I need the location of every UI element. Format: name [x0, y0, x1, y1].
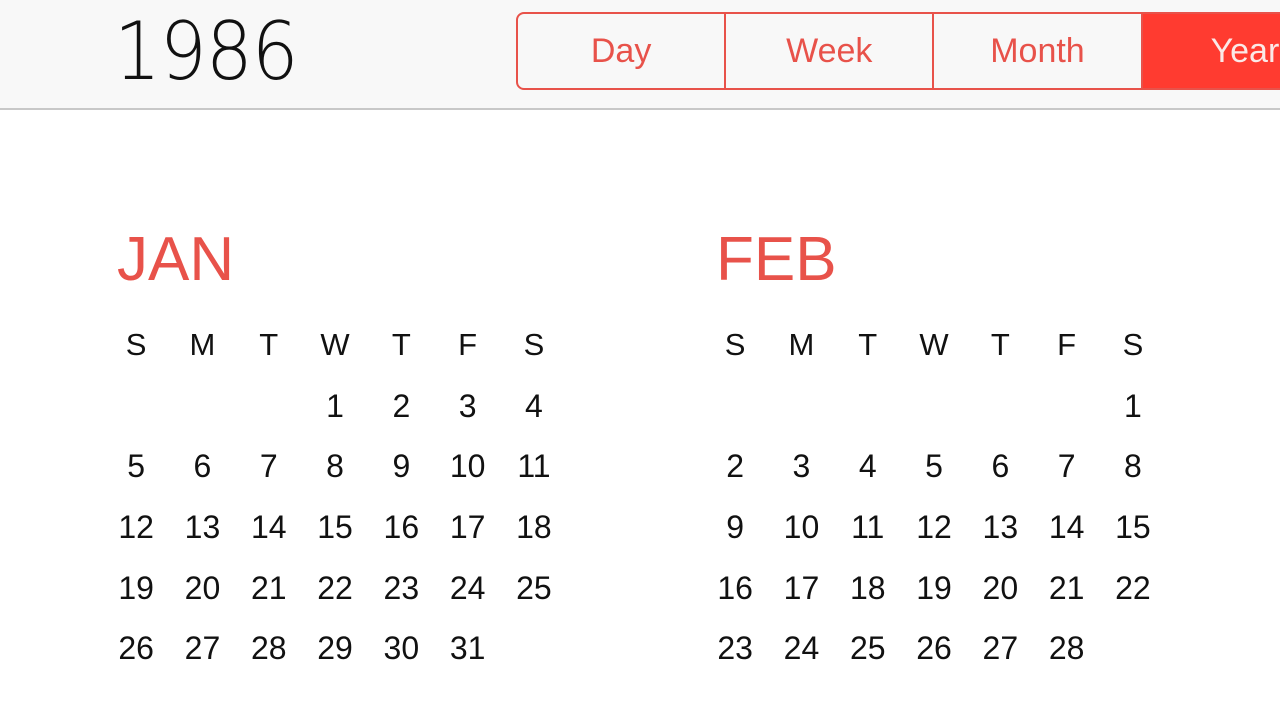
day-cell[interactable]: 18 [501, 504, 567, 565]
day-cell[interactable]: 22 [1100, 565, 1166, 626]
month-february[interactable]: FEB S M T W T F S 1 2 3 4 5 6 7 8 9 10 11 12 13 14 15 16 17 18 19… [702, 222, 1162, 666]
weekday-header: T [259, 327, 279, 362]
day-cell[interactable]: 22 [302, 565, 368, 626]
weekday-header: F [458, 327, 478, 362]
day-cell[interactable]: 23 [368, 565, 434, 626]
day-cell[interactable]: 9 [368, 443, 434, 504]
tab-year[interactable]: Year [1142, 14, 1280, 88]
day-cell[interactable]: 6 [967, 443, 1033, 504]
day-cell[interactable]: 27 [169, 625, 235, 686]
day-cell[interactable]: 17 [434, 504, 500, 565]
weekday-header: M [788, 327, 815, 362]
day-cell[interactable]: 3 [768, 443, 834, 504]
day-cell[interactable]: 26 [103, 625, 169, 686]
header-bar: 1986 Day Week Month Year [0, 0, 1280, 110]
day-cell[interactable]: 24 [434, 565, 500, 626]
day-cell[interactable]: 28 [236, 625, 302, 686]
day-cell[interactable]: 18 [835, 565, 901, 626]
weekday-header: S [125, 327, 147, 362]
day-cell[interactable]: 14 [1033, 504, 1099, 565]
day-cell[interactable]: 7 [1033, 443, 1099, 504]
day-cell[interactable]: 4 [501, 383, 567, 444]
month-january[interactable]: JAN S M T W T F S 1 2 3 4 5 6 7 8 9 10 11 12 13 14 15 16 17 18 19… [103, 222, 563, 666]
day-cell[interactable]: 1 [302, 383, 368, 444]
day-cell[interactable]: 28 [1033, 625, 1099, 686]
weekday-header: T [990, 327, 1010, 362]
weekday-header: T [391, 327, 411, 362]
tab-day[interactable]: Day [518, 14, 727, 88]
day-cell[interactable]: 23 [702, 625, 768, 686]
day-cell[interactable]: 24 [768, 625, 834, 686]
day-cell[interactable]: 27 [967, 625, 1033, 686]
day-cell[interactable]: 21 [1033, 565, 1099, 626]
weekday-header: M [189, 327, 216, 362]
day-cell[interactable]: 14 [236, 504, 302, 565]
day-cell[interactable]: 17 [768, 565, 834, 626]
day-cell[interactable]: 10 [768, 504, 834, 565]
day-cell[interactable]: 29 [302, 625, 368, 686]
day-cell[interactable]: 4 [835, 443, 901, 504]
view-segmented-control: Day Week Month Year [516, 12, 1280, 90]
weekday-header: T [858, 327, 878, 362]
month-grid: S M T W T F S 1 2 3 4 5 6 7 8 9 10 11 12 13 14 15 16 17 18 19 20 21… [702, 322, 1166, 686]
empty-cell [103, 383, 169, 444]
day-cell[interactable]: 19 [103, 565, 169, 626]
day-cell[interactable]: 2 [368, 383, 434, 444]
weekday-header: W [919, 327, 949, 362]
empty-cell [702, 383, 768, 444]
day-cell[interactable]: 25 [835, 625, 901, 686]
day-cell[interactable]: 11 [501, 443, 567, 504]
day-cell[interactable]: 15 [1100, 504, 1166, 565]
weekday-header: S [523, 327, 545, 362]
month-grid: S M T W T F S 1 2 3 4 5 6 7 8 9 10 11 12 13 14 15 16 17 18 19 20 21… [103, 322, 567, 686]
day-cell[interactable]: 5 [901, 443, 967, 504]
day-cell[interactable]: 1 [1100, 383, 1166, 444]
day-cell[interactable]: 16 [368, 504, 434, 565]
weekday-header: S [724, 327, 746, 362]
empty-cell [901, 383, 967, 444]
day-cell[interactable]: 2 [702, 443, 768, 504]
weekday-header: F [1057, 327, 1077, 362]
day-cell[interactable]: 11 [835, 504, 901, 565]
empty-cell [169, 383, 235, 444]
weekday-header: W [320, 327, 350, 362]
empty-cell [835, 383, 901, 444]
day-cell[interactable]: 12 [901, 504, 967, 565]
empty-cell [1033, 383, 1099, 444]
day-cell[interactable]: 20 [169, 565, 235, 626]
day-cell[interactable]: 25 [501, 565, 567, 626]
day-cell[interactable]: 13 [967, 504, 1033, 565]
empty-cell [236, 383, 302, 444]
day-cell[interactable]: 3 [434, 383, 500, 444]
empty-cell [967, 383, 1033, 444]
month-name[interactable]: FEB [716, 222, 1162, 298]
day-cell[interactable]: 21 [236, 565, 302, 626]
tab-week[interactable]: Week [726, 14, 935, 88]
day-cell[interactable]: 10 [434, 443, 500, 504]
day-cell[interactable]: 8 [1100, 443, 1166, 504]
day-cell[interactable]: 6 [169, 443, 235, 504]
day-cell[interactable]: 20 [967, 565, 1033, 626]
day-cell[interactable]: 13 [169, 504, 235, 565]
day-cell[interactable]: 12 [103, 504, 169, 565]
day-cell[interactable]: 31 [434, 625, 500, 686]
day-cell[interactable]: 30 [368, 625, 434, 686]
day-cell[interactable]: 19 [901, 565, 967, 626]
day-cell[interactable]: 15 [302, 504, 368, 565]
weekday-header: S [1122, 327, 1144, 362]
day-cell[interactable]: 5 [103, 443, 169, 504]
year-title: 1986 [114, 5, 299, 98]
tab-month[interactable]: Month [934, 14, 1143, 88]
empty-cell [768, 383, 834, 444]
day-cell[interactable]: 7 [236, 443, 302, 504]
day-cell[interactable]: 26 [901, 625, 967, 686]
day-cell[interactable]: 9 [702, 504, 768, 565]
day-cell[interactable]: 8 [302, 443, 368, 504]
month-name[interactable]: JAN [117, 222, 563, 298]
day-cell[interactable]: 16 [702, 565, 768, 626]
